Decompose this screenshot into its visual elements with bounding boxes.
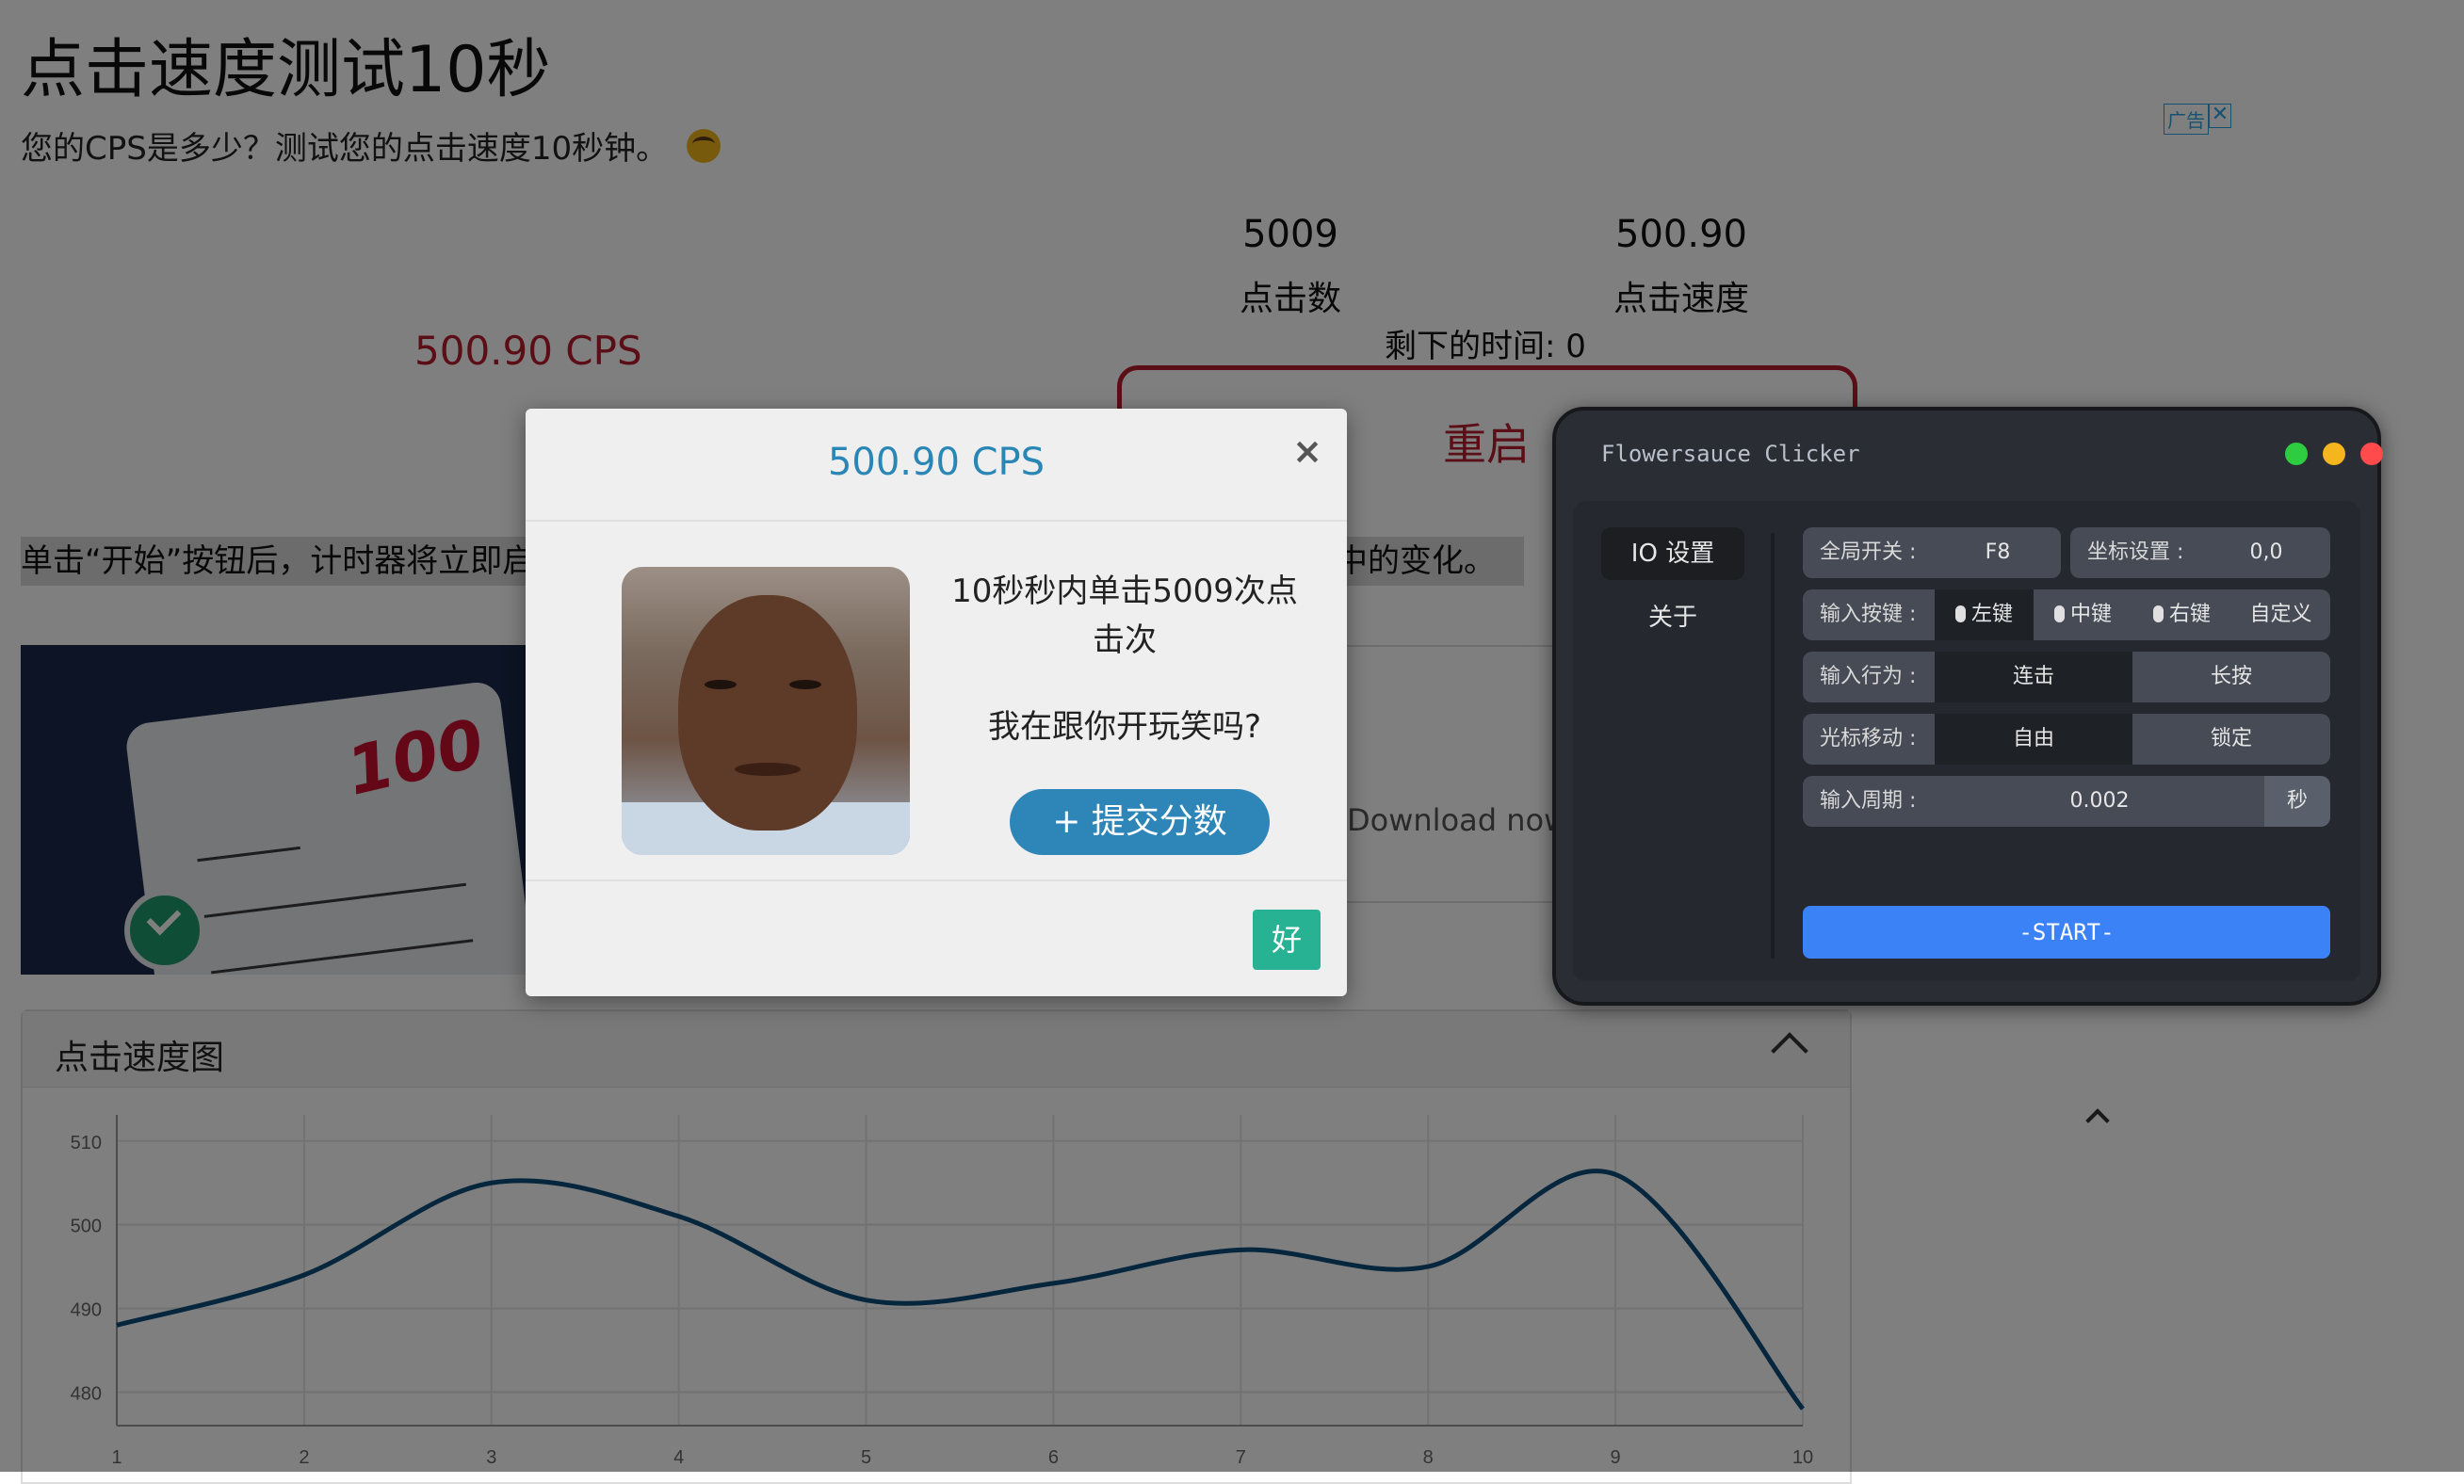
key-left-label: 左键 [1970, 603, 2013, 626]
close-icon[interactable]: × [1292, 433, 1322, 469]
start-button[interactable]: -START- [1803, 906, 2330, 959]
key-right-option[interactable]: 右键 [2132, 589, 2231, 640]
period-row: 输入周期 : 0.002 秒 [1803, 776, 2330, 827]
flowersauce-clicker-window: Flowersauce Clicker IO 设置 关于 全局开关 : F8 坐… [1552, 407, 2383, 1006]
behavior-label: 输入行为 : [1803, 652, 1935, 702]
input-key-row: 输入按键 : 左键 中键 右键 自定义 [1803, 589, 2330, 640]
global-switch-row: 全局开关 : F8 [1803, 527, 2061, 578]
nav-about[interactable]: 关于 [1601, 591, 1744, 644]
key-left-option[interactable]: 左键 [1935, 589, 2034, 640]
result-message: 10秒秒内单击5009次点击次 [951, 573, 1298, 659]
period-unit: 秒 [2264, 776, 2330, 827]
maximize-dot-icon[interactable] [2285, 443, 2308, 465]
clicker-title[interactable]: Flowersauce Clicker [1601, 441, 1860, 467]
key-middle-option[interactable]: 中键 [2034, 589, 2132, 640]
modal-title: 500.90 CPS [827, 441, 1046, 484]
modal-footer: 好 [526, 879, 1347, 998]
close-dot-icon[interactable] [2360, 443, 2383, 465]
sidebar-divider [1771, 533, 1775, 959]
mouse-icon [2053, 605, 2065, 622]
input-key-label: 输入按键 : [1803, 589, 1935, 640]
joke-message: 我在跟你开玩笑吗? [987, 708, 1262, 746]
face [678, 595, 857, 831]
key-middle-label: 中键 [2069, 603, 2112, 626]
coord-row: 坐标设置 : 0,0 [2070, 527, 2330, 578]
meme-image [622, 567, 910, 855]
cursor-lock-option[interactable]: 锁定 [2132, 714, 2330, 765]
cursor-free-option[interactable]: 自由 [1935, 714, 2132, 765]
global-switch-label: 全局开关 : [1803, 527, 1935, 578]
cursor-label: 光标移动 : [1803, 714, 1935, 765]
coord-label: 坐标设置 : [2070, 527, 2202, 578]
nav-io-settings[interactable]: IO 设置 [1601, 527, 1744, 580]
global-switch-hotkey[interactable]: F8 [1935, 527, 2061, 578]
behavior-hold-option[interactable]: 长按 [2132, 652, 2330, 702]
eye [789, 680, 821, 689]
ok-button[interactable]: 好 [1253, 910, 1321, 970]
submit-score-button[interactable]: + 提交分数 [1010, 789, 1270, 855]
behavior-row: 输入行为 : 连击 长按 [1803, 652, 2330, 702]
result-modal: 500.90 CPS × 10秒秒内单击5009次点击次 我在跟你开玩笑吗? +… [526, 409, 1347, 996]
mouth [735, 763, 801, 776]
period-input[interactable]: 0.002 [1935, 776, 2264, 827]
behavior-click-option[interactable]: 连击 [1935, 652, 2132, 702]
cursor-row: 光标移动 : 自由 锁定 [1803, 714, 2330, 765]
minimize-dot-icon[interactable] [2323, 443, 2345, 465]
key-right-label: 右键 [2168, 603, 2211, 626]
clicker-sidebar: IO 设置 关于 [1601, 527, 1744, 655]
coord-value[interactable]: 0,0 [2202, 527, 2330, 578]
period-label: 输入周期 : [1803, 776, 1935, 827]
modal-header: 500.90 CPS × [526, 409, 1347, 522]
key-custom-option[interactable]: 自定义 [2231, 589, 2330, 640]
mouse-icon [2152, 605, 2164, 622]
mouse-icon [1954, 605, 1966, 622]
eye [705, 680, 737, 689]
